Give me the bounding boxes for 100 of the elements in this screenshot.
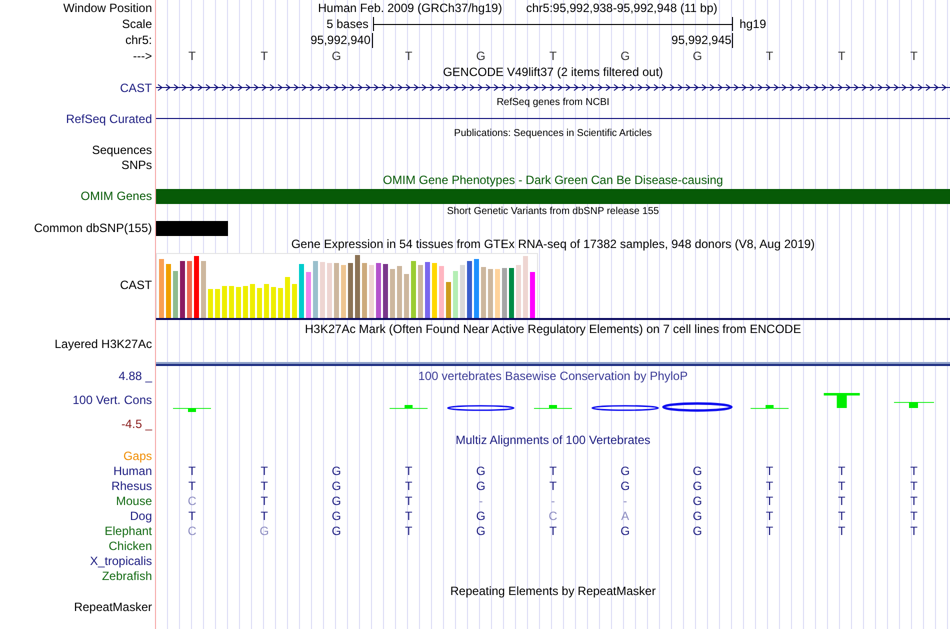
base-letter: G (332, 478, 342, 492)
base-letter: G (692, 478, 702, 492)
expression-bar (411, 261, 416, 318)
axis-max-label: 4.88 _ (118, 369, 152, 383)
base-letter: G (332, 494, 342, 508)
expression-bar (495, 269, 500, 318)
expression-bar (229, 286, 234, 318)
expression-bar (390, 269, 395, 318)
species-label: X_tropicalis (90, 554, 152, 568)
base-letter: T (260, 494, 268, 508)
base-letter: T (838, 494, 846, 508)
expression-bar (194, 256, 199, 318)
species-label: Chicken (108, 538, 152, 552)
expression-bar (166, 264, 171, 318)
base-letter: T (838, 524, 846, 538)
expression-bar (159, 259, 164, 318)
expression-bar (481, 267, 486, 318)
expression-bar (355, 255, 360, 318)
species-label: Human (113, 464, 152, 478)
base-letter: T (766, 524, 774, 538)
base-letter: C (188, 524, 196, 538)
coordinate-text: 95,992,940 (310, 33, 371, 47)
base-letter: T (260, 478, 268, 492)
base-letter: T (838, 464, 846, 478)
expression-bar (348, 263, 353, 318)
expression-bar (257, 288, 262, 318)
base-letter: T (404, 478, 412, 492)
base-letter: T (188, 478, 196, 492)
base-letter: T (404, 524, 412, 538)
base-letter: T (838, 508, 846, 522)
base-letter: - (623, 494, 628, 508)
base-letter: G (332, 464, 342, 478)
species-label: Elephant (104, 524, 152, 538)
expression-bar (404, 274, 409, 318)
expression-bar (341, 265, 346, 318)
base-letter: G (620, 524, 630, 538)
species-label: Dog (130, 508, 152, 522)
expression-bar (187, 261, 192, 318)
base-letter: T (260, 49, 268, 63)
expression-bar (278, 288, 283, 318)
base-letter: T (910, 494, 918, 508)
base-letter: T (188, 464, 196, 478)
tick-mark (732, 32, 734, 48)
base-letter: G (620, 478, 630, 492)
base-letter: T (766, 49, 774, 63)
base-letter: G (476, 508, 486, 522)
expression-bar (243, 286, 248, 318)
track-label: RefSeq Curated (66, 112, 152, 126)
expression-bar (488, 269, 493, 318)
track-title: Gene Expression in 54 tissues from GTEx RNA-seq of 17382 samples, 948 donors (V8, Aug 2019) (291, 237, 815, 251)
species-label: Zebrafish (102, 568, 152, 582)
track-title: Publications: Sequences in Scientific Articles (454, 127, 652, 141)
track-label: Layered H3K27Ac (54, 337, 152, 351)
base-letter: T (260, 508, 268, 522)
expression-bar (362, 263, 367, 318)
base-letter: T (404, 49, 412, 63)
base-letter: G (692, 494, 702, 508)
base-letter: T (766, 494, 774, 508)
expression-bar (173, 271, 178, 318)
base-letter: T (549, 478, 557, 492)
base-letter: T (766, 464, 774, 478)
expression-bar (222, 286, 227, 318)
base-letter: T (838, 478, 846, 492)
expression-bar (236, 287, 241, 318)
expression-bar (285, 277, 290, 318)
expression-bar (208, 289, 213, 318)
track-label: chr5: (125, 33, 152, 47)
expression-bar (334, 263, 339, 318)
base-letter: C (548, 508, 558, 522)
base-letter: G (692, 464, 702, 478)
scale-text: 5 bases (326, 17, 370, 31)
expression-bar (250, 284, 255, 318)
base-letter: T (766, 508, 774, 522)
expression-bar (320, 262, 325, 318)
track-title: RefSeq genes from NCBI (496, 96, 610, 110)
base-letter: T (910, 478, 918, 492)
expression-bar (523, 256, 528, 318)
expression-bar (327, 263, 332, 318)
base-letter: T (766, 478, 774, 492)
expression-bar (383, 264, 388, 318)
expression-bar (516, 265, 521, 318)
expression-bar (313, 261, 318, 318)
base-letter: G (620, 49, 630, 63)
expression-bar (530, 272, 535, 318)
base-letter: T (404, 494, 412, 508)
expression-bar (432, 263, 437, 318)
base-letter: T (260, 464, 268, 478)
track-title: Repeating Elements by RepeatMasker (450, 584, 656, 598)
position-text: chr5:95,992,938-95,992,948 (11 bp) (526, 1, 718, 15)
base-letter: G (476, 464, 486, 478)
expression-bar (425, 262, 430, 318)
expression-bar (439, 266, 444, 318)
axis-min-label: -4.5 _ (121, 417, 152, 431)
base-letter: - (550, 494, 555, 508)
base-letter: G (476, 478, 486, 492)
base-letter: G (620, 464, 630, 478)
base-letter: G (332, 524, 342, 538)
base-letter: G (692, 49, 702, 63)
species-label: Mouse (116, 494, 152, 508)
track-title: GENCODE V49lift37 (2 items filtered out) (442, 65, 664, 79)
